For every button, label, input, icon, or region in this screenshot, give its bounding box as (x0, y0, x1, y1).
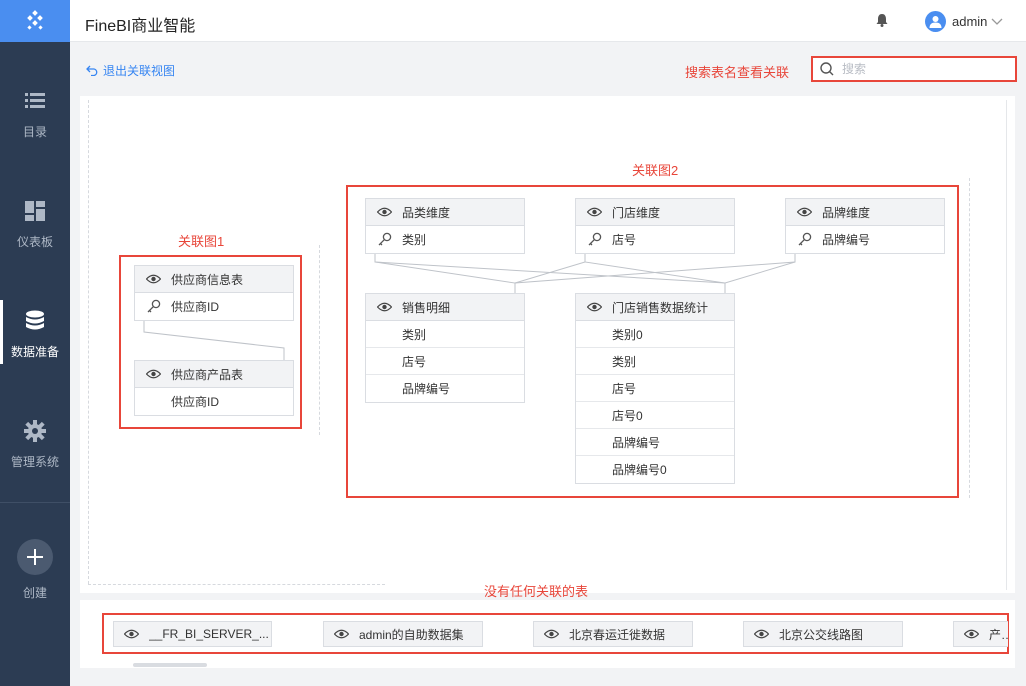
table-card-header[interactable]: 品类维度 (366, 199, 524, 226)
table-card-header[interactable]: 供应商产品表 (135, 361, 293, 388)
dashboard-icon (23, 199, 47, 223)
eye-icon[interactable] (334, 629, 349, 639)
table-card-header[interactable]: 品牌维度 (786, 199, 944, 226)
table-name: 供应商产品表 (171, 367, 244, 382)
sidebar-item-dashboard[interactable]: 仪表板 (0, 176, 70, 272)
group-guide (319, 245, 320, 435)
table-card-sales-detail[interactable]: 销售明细 类别 店号 品牌编号 (365, 293, 525, 403)
table-field: 店号0 (576, 402, 734, 429)
eye-icon[interactable] (587, 302, 602, 312)
group2-annotation: 关联图2 (632, 163, 679, 178)
sidebar: 目录 仪表板 数据准备 管理系统 创建 (0, 0, 70, 686)
key-icon (147, 299, 161, 316)
table-field: 店号 (576, 226, 734, 253)
unrelated-annotation: 没有任何关联的表 (484, 584, 589, 599)
eye-icon[interactable] (754, 629, 769, 639)
sidebar-item-label: 仪表板 (16, 234, 53, 249)
table-card-header[interactable]: 门店维度 (576, 199, 734, 226)
table-name: 品牌维度 (822, 205, 871, 220)
app-logo[interactable] (0, 0, 70, 42)
table-name: 销售明细 (402, 300, 451, 315)
app-title: FineBI商业智能 (85, 18, 196, 35)
table-field: 店号 (366, 348, 524, 375)
logo-icon (27, 10, 43, 30)
table-field: 品牌编号0 (612, 463, 667, 477)
unrelated-table-chip[interactable]: 产品 (953, 621, 1008, 647)
table-card-category-dim[interactable]: 品类维度 类别 (365, 198, 525, 254)
table-name: 门店销售数据统计 (612, 300, 709, 315)
sidebar-item-data-prep[interactable]: 数据准备 (0, 286, 70, 382)
key-icon (378, 232, 392, 249)
group-guide (969, 178, 970, 498)
table-card-header[interactable]: 销售明细 (366, 294, 524, 321)
table-field: 类别 (366, 226, 524, 253)
gear-icon (23, 419, 47, 443)
eye-icon[interactable] (544, 629, 559, 639)
database-icon (23, 309, 47, 333)
table-field: 店号 (576, 375, 734, 402)
exit-relation-view-label: 退出关联视图 (103, 64, 176, 78)
eye-icon[interactable] (146, 274, 161, 284)
eye-icon[interactable] (377, 302, 392, 312)
eye-icon[interactable] (587, 207, 602, 217)
table-name: 门店维度 (612, 205, 661, 220)
key-icon (588, 232, 602, 249)
username[interactable]: admin (952, 14, 987, 29)
sidebar-item-admin[interactable]: 管理系统 (0, 396, 70, 492)
create-button[interactable] (17, 539, 53, 575)
table-field: 品牌编号 (402, 382, 451, 396)
eye-icon[interactable] (146, 369, 161, 379)
eye-icon[interactable] (377, 207, 392, 217)
user-icon (929, 16, 942, 28)
search-annotation: 搜索表名查看关联 (685, 65, 790, 80)
unrelated-table-chip[interactable]: 北京公交线路图 (743, 621, 903, 647)
exit-relation-view-button[interactable]: 退出关联视图 (86, 62, 175, 79)
sidebar-item-label: 数据准备 (10, 344, 59, 359)
table-name: 供应商信息表 (171, 272, 244, 287)
create-label: 创建 (22, 586, 47, 600)
eye-icon[interactable] (797, 207, 812, 217)
table-field: 类别0 (576, 321, 734, 348)
table-card-header[interactable]: 门店销售数据统计 (576, 294, 734, 321)
sidebar-divider (0, 502, 70, 503)
table-card-brand-dim[interactable]: 品牌维度 品牌编号 (785, 198, 945, 254)
table-field: 类别 (576, 348, 734, 375)
table-field: 供应商ID (135, 293, 293, 320)
table-card-supplier-info[interactable]: 供应商信息表 供应商ID (134, 265, 294, 321)
table-field: 供应商ID (171, 395, 220, 409)
unrelated-table-chip[interactable]: admin的自助数据集 (323, 621, 483, 647)
horizontal-scrollbar[interactable] (133, 663, 207, 667)
table-card-store-sales-stats[interactable]: 门店销售数据统计 类别0 类别 店号 店号0 品牌编号 品牌编号0 (575, 293, 735, 484)
table-field: 类别 (366, 321, 524, 348)
list-icon (23, 89, 47, 113)
key-icon (798, 232, 812, 249)
undo-icon (86, 65, 98, 76)
unrelated-table-chip[interactable]: __FR_BI_SERVER_... (113, 621, 272, 647)
eye-icon[interactable] (124, 629, 139, 639)
search-icon (820, 62, 834, 76)
sidebar-item-label: 目录 (22, 124, 47, 139)
search-box[interactable] (811, 56, 1017, 82)
table-field: 品牌编号 (786, 226, 944, 253)
plus-icon (27, 549, 43, 565)
eye-icon[interactable] (964, 629, 979, 639)
chevron-down-icon[interactable] (991, 15, 1003, 29)
unrelated-table-chip[interactable]: 北京春运迁徙数据 (533, 621, 693, 647)
canvas-guide (88, 584, 385, 585)
table-card-supplier-product[interactable]: 供应商产品表 供应商ID (134, 360, 294, 416)
search-input[interactable] (842, 62, 1002, 76)
canvas-guide (88, 100, 89, 584)
top-header: FineBI商业智能 admin (70, 0, 1026, 42)
group1-annotation: 关联图1 (178, 234, 225, 249)
sidebar-item-catalog[interactable]: 目录 (0, 66, 70, 162)
table-name: 品类维度 (402, 205, 451, 220)
bell-icon[interactable] (876, 14, 888, 30)
sidebar-item-label: 管理系统 (10, 454, 59, 469)
avatar[interactable] (925, 11, 946, 32)
vertical-scrollbar[interactable] (1006, 100, 1012, 590)
table-card-header[interactable]: 供应商信息表 (135, 266, 293, 293)
table-field: 品牌编号 (576, 429, 734, 456)
table-card-store-dim[interactable]: 门店维度 店号 (575, 198, 735, 254)
